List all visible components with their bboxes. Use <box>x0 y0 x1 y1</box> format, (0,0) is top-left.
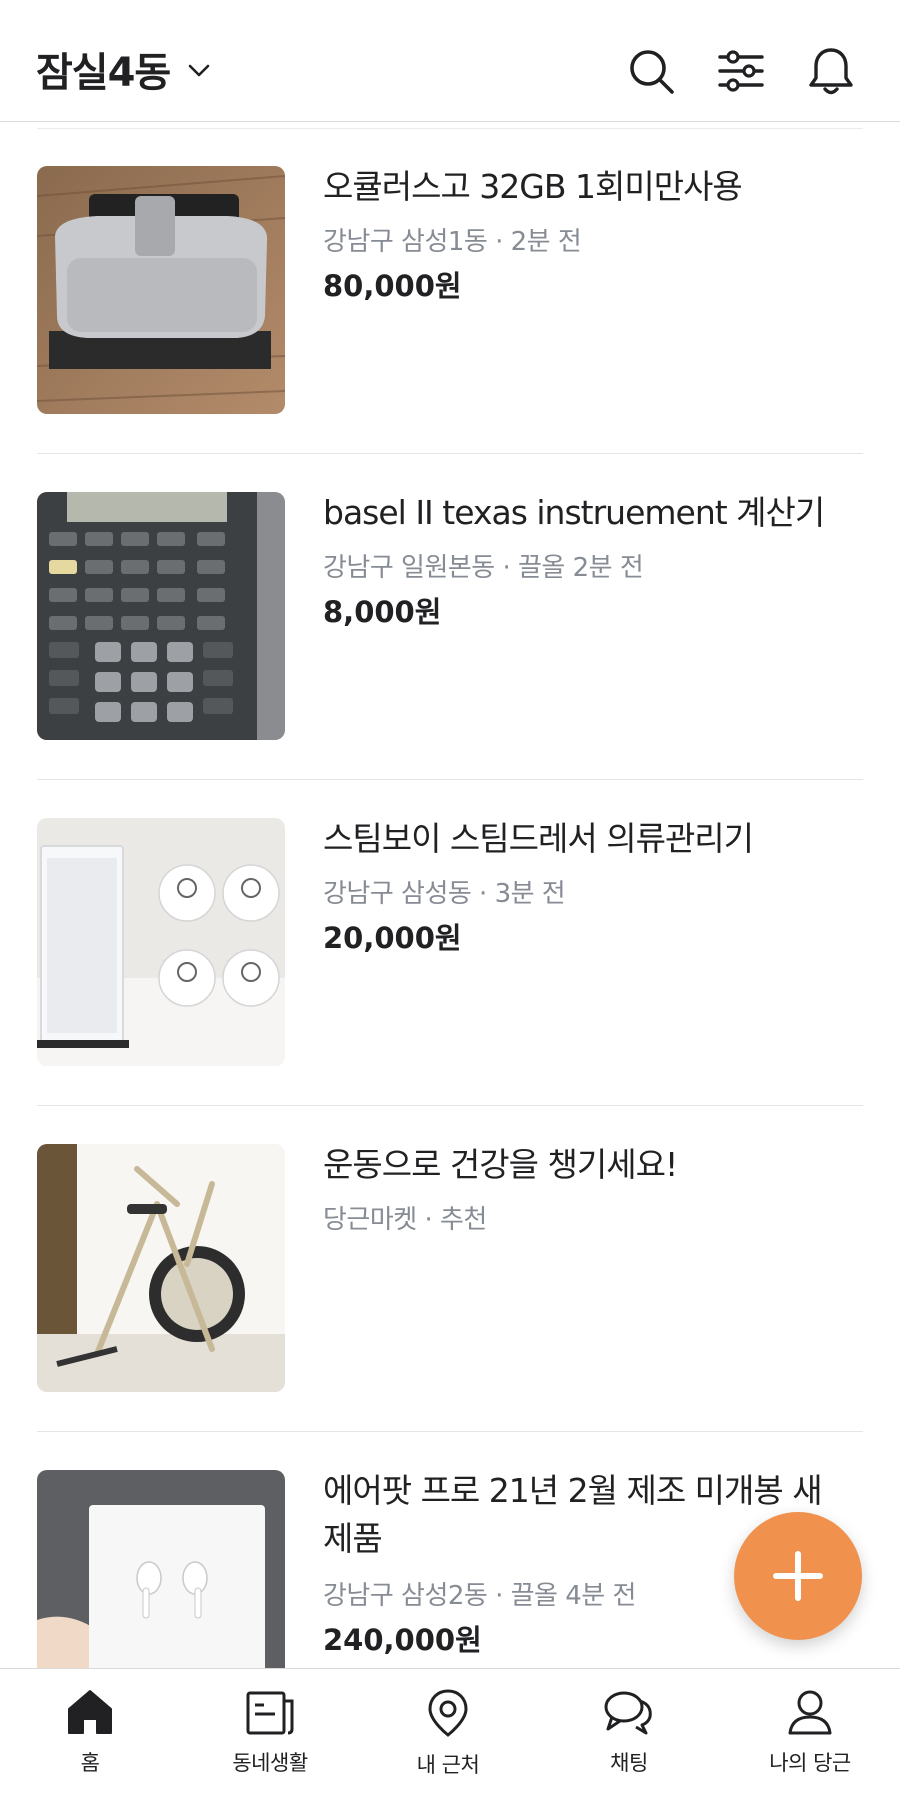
item-price: 8,000원 <box>323 595 442 629</box>
list-item[interactable]: 운동으로 건강을 챙기세요! 당근마켓 · 추천 <box>0 1106 900 1432</box>
nav-item-home[interactable]: 홈 <box>20 1687 160 1777</box>
item-meta: 강남구 삼성2동 · 끌올 4분 전 <box>323 1581 636 1611</box>
filter-icon[interactable] <box>716 46 766 96</box>
product-image-exercise-bike <box>37 1144 285 1392</box>
home-icon <box>68 1690 112 1734</box>
nav-label: 나의 당근 <box>769 1751 851 1775</box>
item-price: 240,000원 <box>323 1623 482 1657</box>
item-price: 20,000원 <box>323 921 462 955</box>
list-item[interactable]: 스팀보이 스팀드레서 의류관리기 강남구 삼성동 · 3분 전 20,000원 <box>0 780 900 1106</box>
add-listing-button[interactable] <box>734 1512 862 1640</box>
location-pin-icon <box>428 1689 468 1737</box>
app-header: 잠실4동 <box>0 0 900 122</box>
item-meta: 강남구 삼성1동 · 2분 전 <box>323 227 582 257</box>
product-image-steam-dresser <box>37 818 285 1066</box>
product-image-calculator <box>37 492 285 740</box>
nav-label: 동네생활 <box>232 1751 308 1775</box>
item-meta: 강남구 삼성동 · 3분 전 <box>323 879 566 909</box>
nav-item-chat[interactable]: 채팅 <box>559 1687 699 1777</box>
search-icon[interactable] <box>626 46 676 96</box>
nav-label: 채팅 <box>610 1751 648 1775</box>
list-item[interactable]: 오큘러스고 32GB 1회미만사용 강남구 삼성1동 · 2분 전 80,000… <box>0 128 900 454</box>
item-title: basel II texas instruement 계산기 <box>323 493 825 532</box>
bottom-nav: 홈 동네생활 내 근처 채팅 나의 당근 <box>0 1668 900 1805</box>
nav-item-nearby[interactable]: 내 근처 <box>378 1687 518 1779</box>
chat-icon <box>604 1691 652 1735</box>
location-label: 잠실4동 <box>36 50 171 96</box>
chevron-down-icon <box>188 64 210 77</box>
item-price: 80,000원 <box>323 269 462 303</box>
list-item[interactable]: basel II texas instruement 계산기 강남구 일원본동 … <box>0 454 900 780</box>
item-meta: 강남구 일원본동 · 끌올 2분 전 <box>323 553 644 583</box>
nav-item-neighborhood[interactable]: 동네생활 <box>200 1687 340 1777</box>
news-icon <box>246 1691 294 1735</box>
bell-icon[interactable] <box>806 46 856 96</box>
item-title: 운동으로 건강을 챙기세요! <box>323 1145 678 1184</box>
nav-label: 홈 <box>80 1751 100 1775</box>
product-image-airpods-box <box>37 1470 285 1690</box>
item-title: 오큘러스고 32GB 1회미만사용 <box>323 167 743 206</box>
plus-icon <box>773 1551 823 1601</box>
user-icon <box>788 1690 832 1735</box>
product-image-vr-headset <box>37 166 285 414</box>
item-meta: 당근마켓 · 추천 <box>323 1205 487 1235</box>
nav-item-my-carrot[interactable]: 나의 당근 <box>740 1687 880 1777</box>
item-title: 스팀보이 스팀드레서 의류관리기 <box>323 819 754 858</box>
nav-label: 내 근처 <box>416 1753 480 1777</box>
location-selector[interactable]: 잠실4동 <box>36 40 210 98</box>
